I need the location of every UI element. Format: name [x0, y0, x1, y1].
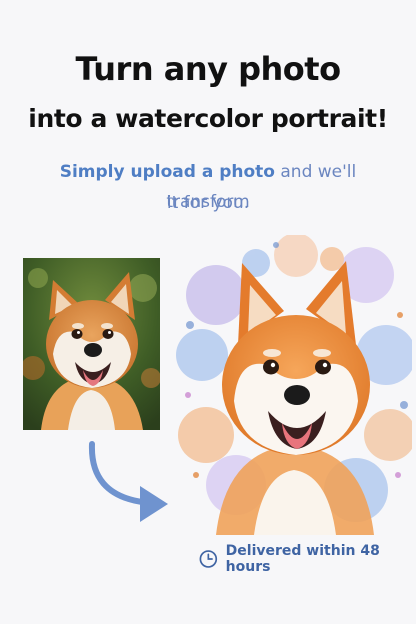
shiba-inu-watercolor-image — [176, 235, 412, 535]
original-dog-photo — [23, 258, 160, 430]
subheading-highlight: Simply upload a photo — [59, 162, 275, 182]
curved-arrow-icon — [88, 441, 168, 522]
watercolor-portrait — [176, 235, 412, 535]
subheading-line-2: it for you. — [166, 193, 250, 213]
shiba-inu-photo-image — [23, 258, 160, 430]
delivery-text: Delivered within 48 hours — [225, 543, 380, 575]
headline-line-1: Turn any photo — [75, 50, 341, 88]
headline-line-2: into a watercolor portrait! — [28, 104, 388, 133]
delivery-info: Delivered within 48 hours — [199, 543, 416, 575]
clock-icon — [199, 550, 218, 568]
